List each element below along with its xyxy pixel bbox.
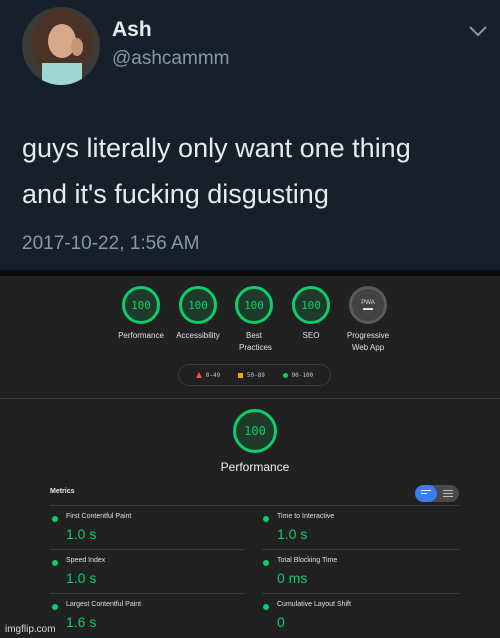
pass-circle-icon [52,560,58,566]
display-name[interactable]: Ash [112,18,152,42]
pass-circle-icon [263,516,269,522]
metric-value: 0 ms [277,570,308,586]
tweet-timestamp[interactable]: 2017-10-22, 1:56 AM [22,233,199,255]
score-ring: 100 [235,286,273,324]
legend-item: 50-89 [237,371,265,379]
gauge-pwa[interactable]: PWA Progressive Web App [338,286,398,354]
metric-name: Largest Contentful Paint [66,601,142,608]
pwa-badge: PWA [349,286,387,324]
pwa-badge-text: PWA [361,300,375,306]
score-legend: 0-49 50-89 90-100 [178,364,331,386]
pass-circle-icon [263,560,269,566]
average-square-icon [237,372,243,378]
tweet-text: guys literally only want one thing and i… [22,125,492,217]
compact-view-icon [421,490,431,496]
metric-name: Time to Interactive [277,513,335,520]
gauge-performance[interactable]: 100 Performance [112,286,170,342]
legend-range: 50-89 [246,371,265,379]
tweet-text-line: guys literally only want one thing [22,133,411,163]
gauge-label: Performance [118,331,164,340]
metrics-divider [50,593,245,594]
metric-value: 0 [277,614,285,630]
metrics-heading: Metrics [50,488,75,495]
category-gauges: 100 Performance 100 Accessibility 100 Be… [110,286,400,356]
metric-name: Cumulative Layout Shift [277,601,351,608]
gauge-label: SEO [302,331,320,340]
metrics-divider [50,549,245,550]
tweet-card: Ash @ashcammm guys literally only want o… [0,0,500,270]
legend-item: 90-100 [282,371,314,379]
metric-name: First Contentful Paint [66,513,132,520]
lighthouse-report: 100 Performance 100 Accessibility 100 Be… [0,276,500,638]
performance-gauge: 100 [233,409,277,453]
gauge-seo[interactable]: 100 SEO [282,286,340,342]
gauge-best-practices[interactable]: 100 Best Practices [225,286,283,354]
report-divider [0,398,500,399]
gauge-accessibility[interactable]: 100 Accessibility [169,286,227,342]
imgflip-watermark: imgflip.com [5,624,56,635]
score-ring: 100 [122,286,160,324]
expanded-view-icon [443,490,453,499]
metric-value: 1.0 s [277,526,308,542]
pass-circle-icon [52,516,58,522]
legend-item: 0-49 [195,371,221,379]
user-handle[interactable]: @ashcammm [112,48,229,70]
score-ring: 100 [179,286,217,324]
chevron-down-icon[interactable] [468,24,488,38]
metrics-view-toggle[interactable] [415,485,459,502]
metric-name: Speed Index [66,557,106,564]
metric-value: 1.0 s [66,570,97,586]
score-ring: 100 [292,286,330,324]
legend-range: 0-49 [205,371,221,379]
pass-circle-icon [282,372,288,378]
pass-circle-icon [52,604,58,610]
metrics-divider [262,593,460,594]
metrics-divider [50,505,460,506]
fail-triangle-icon [195,372,202,378]
metric-name: Total Blocking Time [277,557,338,564]
gauge-label: Progressive Web App [346,331,390,352]
gauge-label: Accessibility [176,331,220,340]
gauge-label: Best Practices [239,331,272,352]
metric-value: 1.0 s [66,526,97,542]
tweet-text-line: and it's fucking disgusting [22,179,329,209]
pwa-dash-icon [363,308,373,310]
legend-range: 90-100 [291,371,314,379]
performance-title: Performance [220,460,290,474]
metric-value: 1.6 s [66,614,97,630]
metrics-divider [262,549,460,550]
avatar[interactable] [22,7,100,85]
pass-circle-icon [263,604,269,610]
